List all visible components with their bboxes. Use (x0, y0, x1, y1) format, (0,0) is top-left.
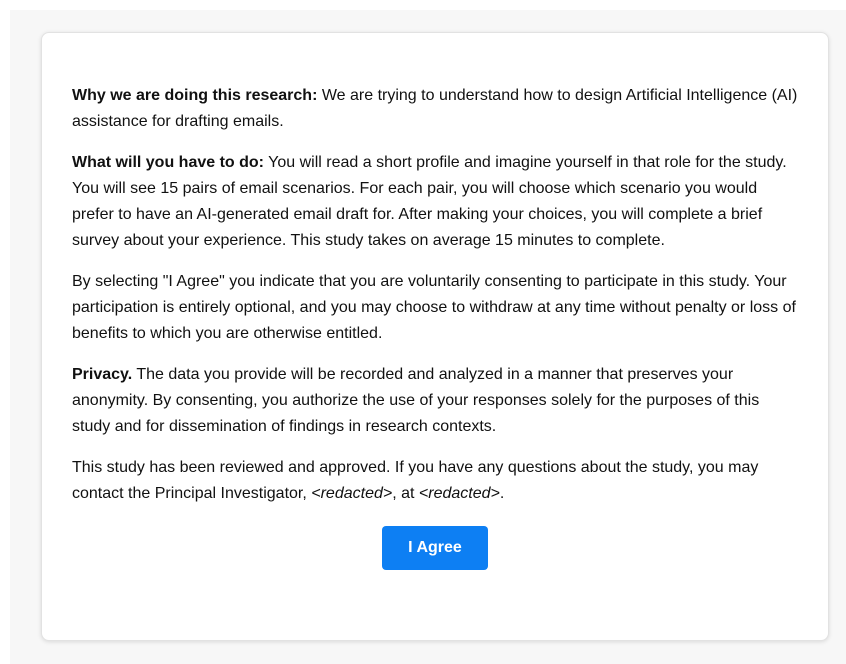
contact-text-middle: , at (392, 485, 419, 502)
redacted-investigator-name: <redacted> (311, 485, 393, 502)
contact-paragraph: This study has been reviewed and approve… (72, 455, 798, 507)
contact-text-after: . (499, 485, 505, 502)
voluntary-text: By selecting "I Agree" you indicate that… (72, 273, 796, 342)
i-agree-button[interactable]: I Agree (382, 526, 488, 570)
what-paragraph: What will you have to do: You will read … (72, 150, 798, 254)
consent-card: Why we are doing this research: We are t… (41, 32, 829, 641)
redacted-investigator-email: <redacted> (418, 485, 500, 502)
privacy-paragraph: Privacy. The data you provide will be re… (72, 362, 798, 440)
why-heading: Why we are doing this research: (72, 87, 318, 104)
voluntary-paragraph: By selecting "I Agree" you indicate that… (72, 269, 798, 347)
why-paragraph: Why we are doing this research: We are t… (72, 83, 798, 135)
privacy-text: The data you provide will be recorded an… (72, 366, 760, 435)
button-row: I Agree (72, 526, 798, 570)
privacy-heading: Privacy. (72, 366, 133, 383)
what-heading: What will you have to do: (72, 154, 264, 171)
